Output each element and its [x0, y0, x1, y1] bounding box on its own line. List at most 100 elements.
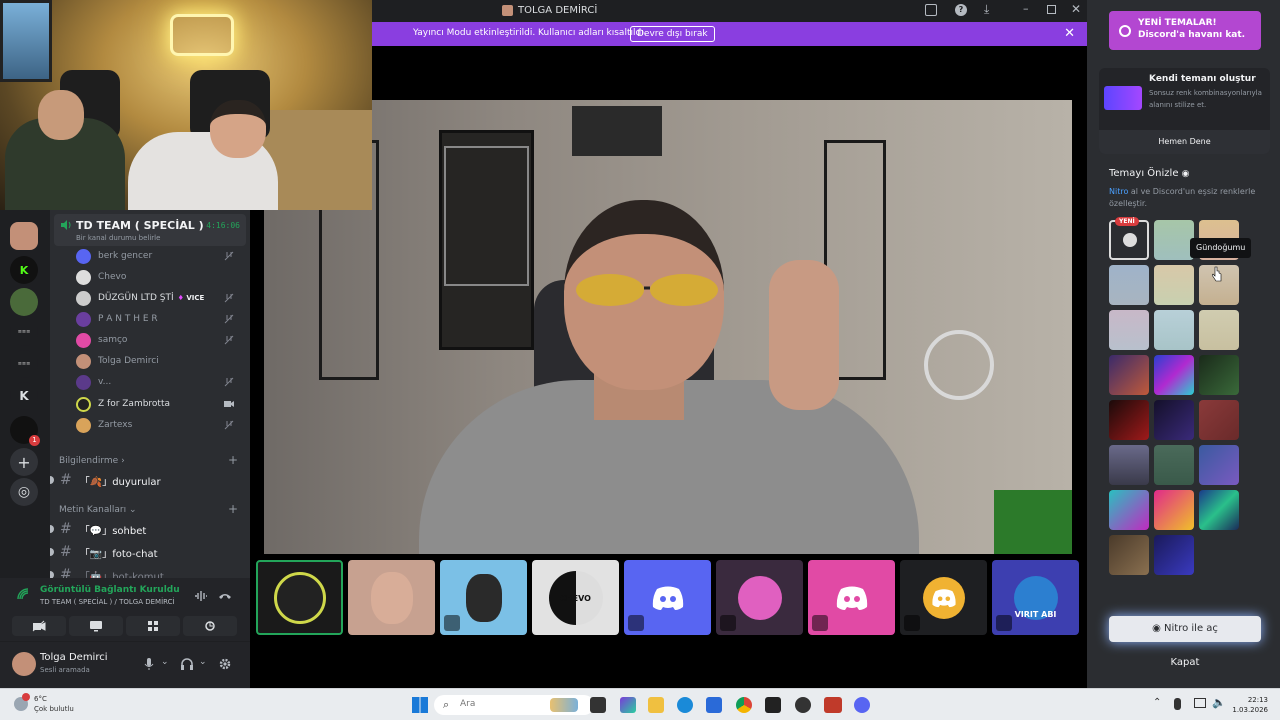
theme-swatch[interactable] — [1154, 310, 1194, 350]
user-name[interactable]: Tolga Demirci — [40, 652, 108, 663]
maximize-icon[interactable] — [1047, 5, 1056, 14]
help-icon[interactable]: ? — [955, 4, 967, 16]
channel-foto-chat[interactable]: # 「📷」foto-chat — [50, 542, 250, 562]
close-icon[interactable]: ✕ — [1071, 2, 1081, 16]
server-dark-2[interactable]: ≡≡≡ — [10, 350, 38, 378]
theme-swatch[interactable] — [1109, 400, 1149, 440]
store-icon[interactable] — [706, 697, 722, 713]
server-kick-icon[interactable]: K — [10, 256, 38, 284]
voice-channel-status-hint[interactable]: Bir kanal durumu belirle — [76, 234, 160, 242]
inbox-icon[interactable] — [925, 4, 937, 16]
edge-icon[interactable] — [677, 697, 693, 713]
chevron-down-icon[interactable]: ⌄ — [161, 657, 169, 667]
theme-swatch[interactable] — [1154, 220, 1194, 260]
server-dark-1[interactable]: ≡≡≡ — [10, 318, 38, 346]
focused-video-stream[interactable] — [264, 100, 1072, 554]
member-item[interactable]: v... — [76, 373, 246, 391]
volume-icon[interactable]: 🔈 — [1212, 696, 1226, 709]
headphones-icon[interactable] — [180, 657, 194, 671]
server-avatar[interactable] — [10, 222, 38, 250]
theme-swatch[interactable] — [1199, 310, 1239, 350]
new-themes-promo[interactable]: YENİ TEMALAR! Discord'a havanı kat. — [1109, 11, 1261, 50]
download-icon[interactable]: ⤓ — [984, 2, 989, 17]
theme-swatch[interactable] — [1109, 310, 1149, 350]
microphone-icon[interactable] — [1174, 698, 1181, 710]
close-icon[interactable]: ✕ — [1064, 26, 1075, 41]
theme-swatch[interactable] — [1154, 355, 1194, 395]
network-icon[interactable] — [1194, 698, 1206, 708]
close-button[interactable]: Kapat — [1109, 652, 1261, 674]
gear-icon[interactable] — [218, 657, 232, 671]
add-channel-icon[interactable]: + — [228, 453, 238, 467]
theme-swatch[interactable] — [1199, 355, 1239, 395]
disable-streamer-mode-button[interactable]: Devre dışı bırak — [630, 26, 715, 42]
chevron-down-icon[interactable]: ⌄ — [199, 657, 207, 667]
member-item[interactable]: P A N T H E R — [76, 310, 246, 328]
soundboard-button[interactable] — [183, 616, 237, 636]
theme-swatch[interactable] — [1199, 445, 1239, 485]
member-item[interactable]: samço — [76, 331, 246, 349]
app-icon[interactable] — [765, 697, 781, 713]
channel-bot-komut[interactable]: # 「🤖」bot-komut — [50, 565, 250, 578]
member-item[interactable]: Chevo — [76, 268, 246, 286]
camera-off-button[interactable] — [12, 616, 66, 636]
theme-swatch[interactable] — [1154, 445, 1194, 485]
participant-tile[interactable] — [624, 560, 711, 635]
participant-tile[interactable]: VIRIT ABI — [992, 560, 1079, 635]
participant-tile[interactable]: CHEVO — [532, 560, 619, 635]
theme-swatch[interactable] — [1199, 490, 1239, 530]
microphone-icon[interactable] — [144, 657, 154, 671]
activities-button[interactable] — [126, 616, 180, 636]
windows-start-icon[interactable] — [412, 697, 428, 713]
category-text[interactable]: Metin Kanalları ⌄ — [59, 505, 137, 515]
server-eagle[interactable]: 1 — [10, 416, 40, 446]
participant-tile[interactable] — [716, 560, 803, 635]
theme-swatch[interactable] — [1109, 490, 1149, 530]
discord-taskbar-icon[interactable] — [854, 697, 870, 713]
theme-swatch[interactable] — [1109, 265, 1149, 305]
task-view-icon[interactable] — [590, 697, 606, 713]
unlock-with-nitro-button[interactable]: ◉ Nitro ile aç — [1109, 616, 1261, 642]
app-icon[interactable] — [795, 697, 811, 713]
screen-share-button[interactable] — [69, 616, 123, 636]
try-now-button[interactable]: Hemen Dene — [1099, 130, 1270, 154]
theme-swatch[interactable] — [1154, 400, 1194, 440]
theme-swatch[interactable] — [1109, 445, 1149, 485]
server-landscape[interactable] — [10, 288, 38, 316]
user-avatar[interactable] — [12, 652, 36, 676]
system-clock[interactable]: 22:13 1.03.2026 — [1228, 695, 1268, 715]
chevron-up-icon[interactable]: ⌃ — [1153, 697, 1161, 708]
channel-duyurular[interactable]: # 「🍂」duyurular — [50, 470, 250, 490]
app-icon[interactable] — [824, 697, 842, 713]
file-explorer-icon[interactable] — [648, 697, 664, 713]
theme-swatch-custom[interactable]: YENİ — [1109, 217, 1149, 260]
theme-swatch[interactable] — [1154, 490, 1194, 530]
connection-status[interactable]: Görüntülü Bağlantı Kuruldu — [40, 585, 180, 595]
theme-swatch[interactable] — [1154, 265, 1194, 305]
server-k[interactable]: K — [10, 382, 38, 410]
disconnect-icon[interactable] — [218, 590, 232, 602]
widgets-icon[interactable] — [620, 697, 636, 713]
channel-sohbet[interactable]: # 「💬」sohbet — [50, 519, 250, 539]
member-item[interactable]: berk gencer — [76, 247, 246, 265]
discover-icon[interactable]: ◎ — [10, 478, 38, 506]
add-server-icon[interactable]: + — [10, 448, 38, 476]
chrome-icon[interactable] — [736, 697, 752, 713]
theme-swatch[interactable] — [1154, 535, 1194, 575]
taskbar-search[interactable]: ⌕ Ara — [434, 695, 594, 715]
minimize-icon[interactable]: – — [1023, 2, 1029, 15]
participant-tile[interactable] — [900, 560, 987, 635]
noise-suppression-icon[interactable] — [194, 590, 208, 602]
theme-swatch[interactable] — [1199, 400, 1239, 440]
member-item[interactable]: Zartexs — [76, 416, 246, 434]
member-item[interactable]: Z for Zambrotta — [76, 395, 246, 413]
category-info[interactable]: Bilgilendirme › — [59, 456, 125, 466]
participant-tile[interactable] — [440, 560, 527, 635]
add-channel-icon[interactable]: + — [228, 502, 238, 516]
theme-swatch[interactable] — [1109, 355, 1149, 395]
weather-widget[interactable]: 6°C Çok bulutlu — [34, 694, 74, 714]
voice-channel-header[interactable]: TD TEAM ( SPECİAL ) 4:16:06 Bir kanal du… — [54, 214, 246, 246]
theme-swatch[interactable] — [1109, 535, 1149, 575]
member-item[interactable]: DÜZGÜN LTD ŞTİ ♦ VICE — [76, 289, 246, 307]
member-item[interactable]: Tolga Demirci — [76, 352, 246, 370]
